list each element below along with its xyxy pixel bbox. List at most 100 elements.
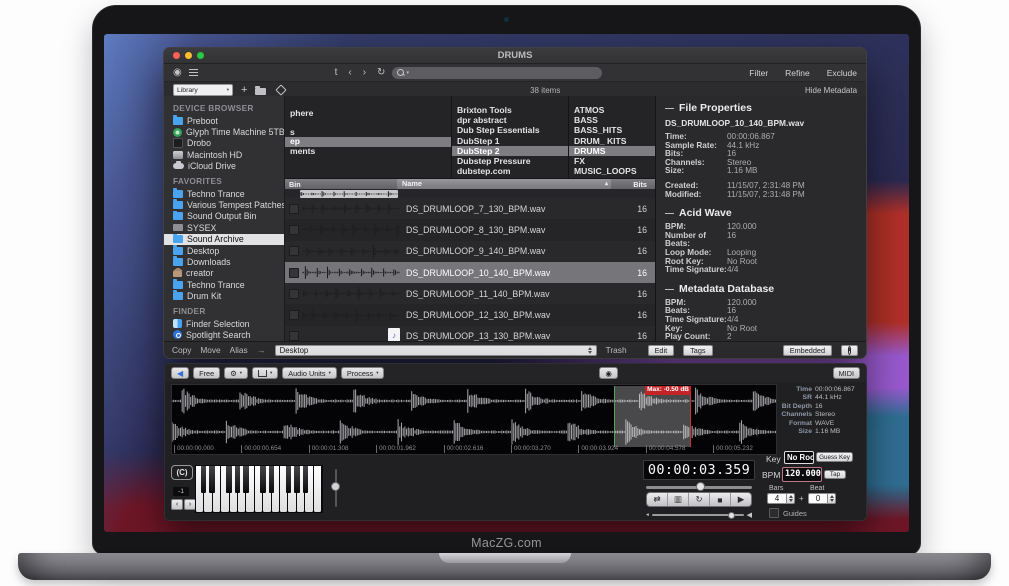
column-header-bits[interactable]: Bits (611, 180, 655, 189)
action-icon[interactable]: t (335, 68, 338, 78)
sidebar-item[interactable]: Various Tempest Patches (164, 199, 284, 210)
export-dropdown[interactable]: ▾ (252, 367, 278, 379)
volume-slider[interactable]: ◂ ◀ (646, 511, 752, 519)
add-button[interactable]: + (241, 85, 247, 95)
column-header-bin[interactable]: Bin (285, 180, 397, 189)
speaker-button[interactable]: ◀ (171, 367, 189, 379)
close-button[interactable] (173, 52, 180, 59)
sidebar-item[interactable]: Downloads (164, 256, 284, 267)
column-item[interactable]: DubStep 2 (452, 146, 568, 156)
column-item[interactable]: BASS_HITS (569, 125, 655, 135)
free-button[interactable]: Free (193, 367, 220, 379)
file-row[interactable]: ♪ DS_DRUMLOOP_10_140_BPM.wav 16 (285, 262, 655, 283)
bin-checkbox[interactable] (289, 204, 299, 214)
stepper-arrows-icon[interactable] (786, 493, 795, 504)
column-item[interactable]: BASS (569, 115, 655, 125)
reload-button[interactable]: ↻ (377, 68, 385, 78)
position-slider[interactable] (646, 483, 752, 491)
search-input[interactable]: ▾ (392, 67, 602, 79)
refine-button[interactable]: Refine (785, 68, 810, 78)
copy-button[interactable]: Copy (172, 345, 191, 355)
tag-icon[interactable] (276, 84, 287, 95)
piano-black-key[interactable] (209, 466, 215, 493)
piano-black-key[interactable] (269, 466, 275, 493)
piano-black-key[interactable] (286, 466, 292, 493)
trash-button[interactable]: Trash (606, 345, 627, 355)
column-item[interactable]: dubstep.com (452, 166, 568, 176)
piano-black-key[interactable] (303, 466, 309, 493)
sidebar-item[interactable]: creator (164, 268, 284, 279)
sidebar-item[interactable]: Drobo (164, 138, 284, 149)
piano-black-key[interactable] (243, 466, 249, 493)
piano-black-key[interactable] (235, 466, 241, 493)
key-field[interactable]: No Root (784, 451, 814, 464)
column-item[interactable] (285, 118, 451, 127)
piano-black-key[interactable] (260, 466, 266, 493)
column-item[interactable]: ments (285, 147, 451, 156)
column-item[interactable]: DubStep 1 (452, 136, 568, 146)
column-item[interactable]: s (285, 128, 451, 137)
exclude-button[interactable]: Exclude (827, 68, 857, 78)
bin-checkbox[interactable] (289, 331, 299, 341)
tags-button[interactable]: Tags (683, 345, 712, 356)
sidebar-item[interactable]: Sound Output Bin (164, 211, 284, 222)
settings-dropdown[interactable]: ⚙ ▾ (224, 367, 248, 379)
column-header-name[interactable]: Name ▴ (397, 179, 611, 189)
tap-button[interactable]: Tap (824, 470, 846, 479)
sidebar-item[interactable]: Preboot (164, 115, 284, 126)
stepper-arrows-icon[interactable] (827, 493, 836, 504)
back-button[interactable]: ‹ (348, 68, 351, 78)
column-item[interactable]: dpr abstract (452, 115, 568, 125)
file-row[interactable]: ♪ DS_DRUMLOOP_13_130_BPM.wav 16 (285, 326, 655, 342)
guess-key-button[interactable]: Guess Key (816, 452, 853, 462)
section-metadata-database[interactable]: — Metadata Database (665, 283, 858, 295)
library-select[interactable]: Library ▾ (173, 84, 233, 96)
forward-button[interactable]: › (363, 68, 366, 78)
process-dropdown[interactable]: Process ▾ (341, 367, 385, 379)
column-item[interactable]: Brixton Tools (452, 105, 568, 115)
collapse-icon[interactable]: — (665, 208, 674, 218)
new-folder-icon[interactable] (255, 88, 266, 95)
column-item[interactable]: REX_FILES (569, 176, 655, 178)
file-row[interactable]: ♪ DS_DRUMLOOP_12_130_BPM.wav 16 (285, 304, 655, 325)
sidebar-item[interactable]: Spotlight Search (164, 329, 284, 340)
record-button[interactable]: ◉ (599, 367, 617, 379)
column-item[interactable]: Dub Step Essentials (452, 125, 568, 135)
bpm-field[interactable]: 120.000 (782, 467, 822, 482)
file-row[interactable]: ♪ DS_DRUMLOOP_11_140_BPM.wav 16 (285, 283, 655, 304)
section-play-button[interactable]: ▥ (668, 493, 689, 506)
bin-checkbox[interactable] (289, 225, 299, 235)
sidebar-item[interactable]: Sound Archive (164, 234, 284, 245)
column-item[interactable]: DRUM_ KITS (569, 136, 655, 146)
sidebar-item[interactable]: SYSEX (164, 222, 284, 233)
embedded-button[interactable]: Embedded (783, 345, 832, 356)
loop-button[interactable]: ↻ (689, 493, 710, 506)
sidebar-item[interactable]: Glyph Time Machine 5TB (164, 126, 284, 137)
slider-handle[interactable] (696, 482, 705, 491)
bin-checkbox[interactable] (289, 268, 299, 278)
octave-down-button[interactable]: ‹ (171, 499, 183, 510)
eye-icon[interactable]: ◉ (173, 68, 182, 78)
stop-button[interactable]: ■ (710, 493, 731, 506)
file-row[interactable]: ♪ DS_DRUMLOOP_7_130_BPM.wav 16 (285, 198, 655, 219)
column-item[interactable]: ep (285, 137, 451, 146)
piano-black-key[interactable] (201, 466, 207, 493)
pitch-slider[interactable] (331, 469, 340, 507)
collapse-icon[interactable]: — (665, 103, 674, 113)
slider-handle[interactable] (331, 482, 340, 491)
beat-stepper[interactable]: 0 (808, 493, 836, 504)
play-button[interactable]: ▶ (731, 493, 751, 506)
edit-button[interactable]: Edit (648, 345, 675, 356)
column-item[interactable]: FX (569, 156, 655, 166)
column-item[interactable]: phere (285, 109, 451, 118)
destination-select[interactable]: Desktop (275, 345, 597, 356)
file-row[interactable]: ♪ DS_DRUMLOOP_9_140_BPM.wav 16 (285, 241, 655, 262)
zoom-button[interactable] (197, 52, 204, 59)
column-item[interactable]: MUSIC_LOOPS (569, 166, 655, 176)
alias-button[interactable]: Alias (230, 345, 248, 355)
list-view-icon[interactable] (189, 69, 198, 76)
column-item[interactable]: ESL Dubstep Lite (452, 176, 568, 178)
bin-checkbox[interactable] (289, 289, 299, 299)
guides-checkbox[interactable]: Guides (769, 508, 807, 518)
waveform-display[interactable]: Max: -0.50 dB 00:00:00.00000:00:00.65400… (171, 384, 777, 455)
